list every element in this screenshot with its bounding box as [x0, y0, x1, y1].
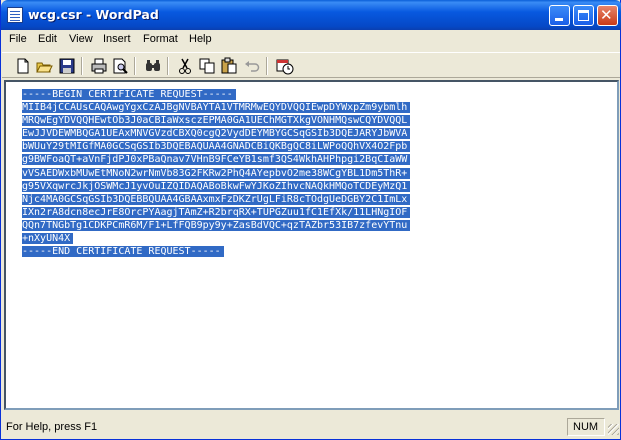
text-line: bWUuY29tMIGfMA0GCSqGSIb3DQEBAQUAA4GNADCB… [22, 140, 411, 153]
document-text[interactable]: -----BEGIN CERTIFICATE REQUEST----- MIIB… [22, 88, 411, 258]
window-title: wcg.csr - WordPad [28, 7, 159, 22]
text-line: g9BWFoaQT+aVnFjdPJ0xPBaQnav7VHnB9FCeYB1s… [22, 153, 411, 166]
close-icon: ✕ [600, 6, 613, 24]
text-line: g95VXqwrcJkjOSWMcJ1yvOuIZQIDAQABoBkwFwYJ… [22, 180, 411, 193]
minimize-icon [555, 18, 563, 21]
selected-text: -----BEGIN CERTIFICATE REQUEST----- [22, 89, 236, 100]
selected-text: vVSAEDWxbMUwEtMNoN2wrNmVb83G2FKRw2PhQ4AY… [22, 167, 411, 179]
num-indicator-text: NUM [573, 421, 599, 433]
document-editor[interactable]: -----BEGIN CERTIFICATE REQUEST----- MIIB… [4, 80, 619, 410]
print-preview-icon[interactable] [111, 57, 129, 75]
toolbar-separator [266, 57, 268, 75]
selected-text: Njc4MA0GCSqGSIb3DQEBBQUAA4GBAAxmxFzDKZrU… [22, 193, 411, 205]
new-document-icon[interactable] [14, 57, 32, 75]
text-line: -----BEGIN CERTIFICATE REQUEST----- [22, 88, 410, 101]
toolbar-separator [81, 57, 83, 75]
menu-format[interactable]: Format [143, 33, 178, 45]
maximize-button[interactable] [573, 5, 594, 26]
selected-text: +nXyUN4X [22, 233, 74, 245]
status-help-text: For Help, press F1 [6, 421, 98, 433]
menu-insert[interactable]: Insert [103, 33, 131, 45]
maximize-icon [578, 10, 589, 21]
selected-text: IXn2rA8dcn8ecJrE8OrcPYAagjTAmZ+R2brqRX+T… [22, 206, 411, 218]
text-line: MRQwEgYDVQQHEwtOb3J0aCBIaWxsczEPMA0GA1UE… [22, 114, 411, 127]
selected-text: bWUuY29tMIGfMA0GCSqGSIb3DQEBAQUAA4GNADCB… [22, 141, 411, 153]
selected-text: QQn7TNGbTg1CDKPCmR6M/F1+LfFQB9py9y+ZasBd… [22, 219, 411, 231]
selected-text: g95VXqwrcJkjOSWMcJ1yvOuIZQIDAQABoBkwFwYJ… [22, 180, 411, 192]
find-icon[interactable] [144, 57, 162, 75]
text-line: -----END CERTIFICATE REQUEST----- [22, 245, 410, 258]
toolbar-separator [167, 57, 169, 75]
selected-text: -----END CERTIFICATE REQUEST----- [22, 246, 224, 258]
selected-text: MRQwEgYDVQQHEwtOb3J0aCBIaWxsczEPMA0GA1UE… [22, 115, 411, 127]
title-bar[interactable]: wcg.csr - WordPad ✕ [1, 0, 621, 30]
menu-view[interactable]: View [69, 33, 93, 45]
open-icon[interactable] [35, 57, 53, 75]
copy-icon[interactable] [198, 57, 216, 75]
status-bar: For Help, press F1 NUM [2, 416, 620, 438]
text-line: Njc4MA0GCSqGSIb3DQEBBQUAA4GBAAxmxFzDKZrU… [22, 193, 411, 206]
close-button[interactable]: ✕ [597, 5, 618, 26]
paste-icon[interactable] [220, 57, 238, 75]
selected-text: MIIB4jCCAUsCAQAwgYgxCzAJBgNVBAYTA1VTMRMw… [22, 102, 411, 114]
num-lock-indicator: NUM [567, 418, 605, 436]
menu-edit[interactable]: Edit [38, 33, 57, 45]
minimize-button[interactable] [549, 5, 570, 26]
save-icon[interactable] [58, 57, 76, 75]
toolbar-separator [134, 57, 136, 75]
date-time-icon[interactable] [276, 57, 294, 75]
text-line: EwJJVDEWMBQGA1UEAxMNVGVzdCBXQ0cgQ2VydDEY… [22, 127, 411, 140]
text-line: +nXyUN4X [22, 232, 410, 245]
resize-grip[interactable] [608, 424, 619, 435]
print-icon[interactable] [90, 57, 108, 75]
selected-text: g9BWFoaQT+aVnFjdPJ0xPBaQnav7VHnB9FCeYB1s… [22, 154, 411, 166]
selected-text: EwJJVDEWMBQGA1UEAxMNVGVzdCBXQ0cgQ2VydDEY… [22, 128, 411, 140]
text-line: IXn2rA8dcn8ecJrE8OrcPYAagjTAmZ+R2brqRX+T… [22, 206, 411, 219]
toolbar [2, 52, 620, 78]
text-line: QQn7TNGbTg1CDKPCmR6M/F1+LfFQB9py9y+ZasBd… [22, 219, 411, 232]
cut-icon[interactable] [176, 57, 194, 75]
menu-file[interactable]: File [9, 33, 27, 45]
undo-icon[interactable] [243, 57, 261, 75]
menu-bar: File Edit View Insert Format Help [2, 30, 620, 49]
wordpad-document-icon[interactable] [7, 7, 23, 23]
text-line: MIIB4jCCAUsCAQAwgYgxCzAJBgNVBAYTA1VTMRMw… [22, 101, 411, 114]
text-line: vVSAEDWxbMUwEtMNoN2wrNmVb83G2FKRw2PhQ4AY… [22, 167, 411, 180]
menu-help[interactable]: Help [189, 33, 212, 45]
wordpad-window: wcg.csr - WordPad ✕ File Edit View Inser… [0, 0, 621, 440]
